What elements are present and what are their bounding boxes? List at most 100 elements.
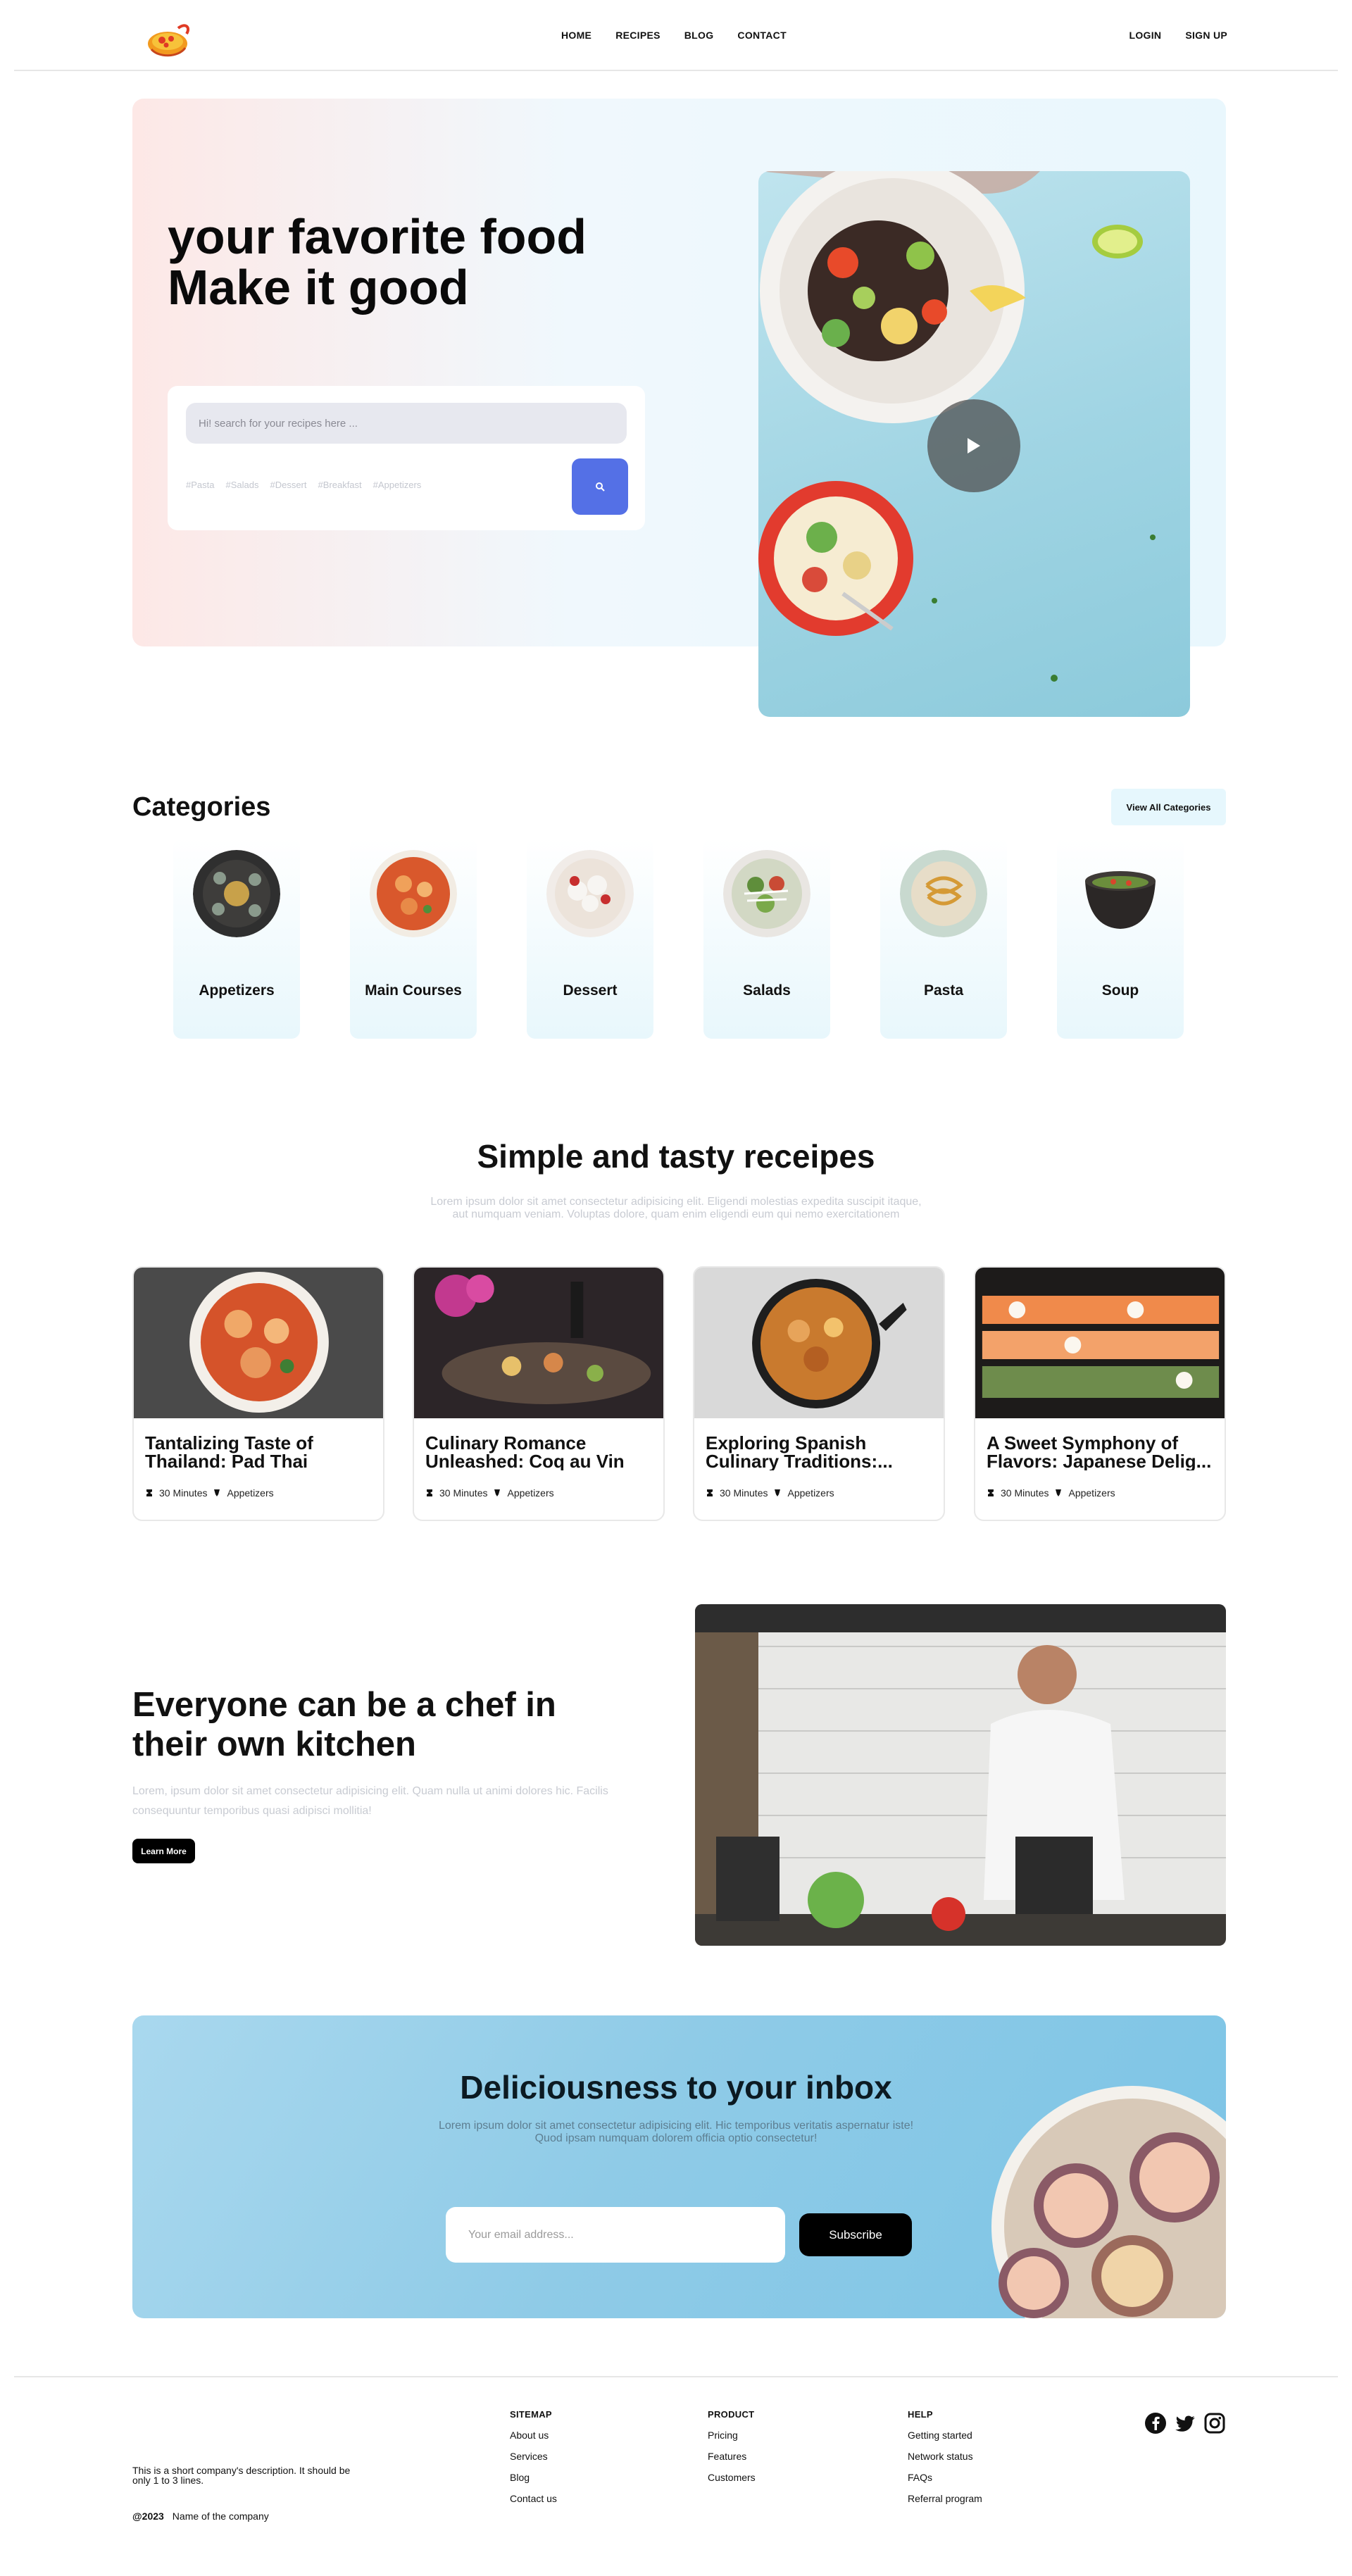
- twitter-icon[interactable]: [1174, 2412, 1196, 2434]
- signup-link[interactable]: SIGN UP: [1185, 30, 1227, 41]
- dish-icon: [214, 1489, 220, 1496]
- footer-heading: HELP: [908, 2409, 933, 2420]
- footer-link-blog[interactable]: Blog: [510, 2472, 557, 2483]
- footer-link-features[interactable]: Features: [708, 2451, 756, 2462]
- tag-pasta[interactable]: #Pasta: [186, 480, 214, 490]
- search-input[interactable]: [186, 403, 627, 444]
- newsletter-subtitle: Lorem ipsum dolor sit amet consectetur a…: [438, 2120, 914, 2144]
- recipe-category: Appetizers: [227, 1487, 274, 1499]
- logo-icon[interactable]: [144, 15, 194, 61]
- footer-link-getting-started[interactable]: Getting started: [908, 2430, 982, 2441]
- search-icon: [596, 482, 605, 492]
- main-courses-image: [370, 850, 457, 937]
- tag-appetizers[interactable]: #Appetizers: [373, 480, 422, 490]
- chef-section-title: Everyone can be a chef in their own kitc…: [132, 1686, 556, 1763]
- view-all-categories-button[interactable]: View All Categories: [1111, 789, 1226, 825]
- recipe-title[interactable]: A Sweet Symphony of Flavors: Japanese De…: [987, 1434, 1216, 1470]
- social-links: [1144, 2412, 1226, 2434]
- recipes-title: Simple and tasty receipes: [477, 1138, 875, 1175]
- nav-recipes[interactable]: RECIPES: [615, 30, 661, 41]
- facebook-icon[interactable]: [1144, 2412, 1167, 2434]
- tag-salads[interactable]: #Salads: [225, 480, 258, 490]
- footer-link-pricing[interactable]: Pricing: [708, 2430, 756, 2441]
- footer-link-services[interactable]: Services: [510, 2451, 557, 2462]
- category-label: Soup: [1101, 982, 1139, 999]
- category-card-appetizers[interactable]: Appetizers: [173, 838, 300, 1039]
- dessert-image: [546, 850, 634, 937]
- category-label: Appetizers: [199, 982, 275, 999]
- recipe-meta: 30 Minutes Appetizers: [145, 1487, 274, 1499]
- recipe-card-coq-au-vin[interactable]: Culinary Romance Unleashed: Coq au Vin 3…: [413, 1266, 665, 1521]
- newsletter-banner: [132, 2015, 1226, 2318]
- paella-image: [694, 1268, 944, 1418]
- clock-icon: [146, 1489, 152, 1496]
- recipe-meta: 30 Minutes Appetizers: [706, 1487, 834, 1499]
- footer-help: HELP Getting started Network status FAQs…: [908, 2409, 982, 2514]
- category-label: Dessert: [563, 982, 618, 999]
- learn-more-button[interactable]: Learn More: [132, 1839, 195, 1863]
- recipe-meta: 30 Minutes Appetizers: [987, 1487, 1115, 1499]
- recipe-title[interactable]: Tantalizing Taste of Thailand: Pad Thai: [145, 1434, 375, 1470]
- play-icon: [968, 438, 980, 454]
- nav-home[interactable]: HOME: [561, 30, 592, 41]
- subscribe-button[interactable]: Subscribe: [799, 2213, 912, 2256]
- footer-heading: SITEMAP: [510, 2409, 552, 2420]
- footer-link-faqs[interactable]: FAQs: [908, 2472, 982, 2483]
- hero-title: your favorite food Make it good: [168, 211, 587, 313]
- footer-sitemap: SITEMAP About us Services Blog Contact u…: [510, 2409, 557, 2514]
- recipe-time: 30 Minutes: [720, 1487, 768, 1499]
- recipe-title[interactable]: Culinary Romance Unleashed: Coq au Vin: [425, 1434, 655, 1470]
- recipe-time: 30 Minutes: [1001, 1487, 1049, 1499]
- footer-link-network-status[interactable]: Network status: [908, 2451, 982, 2462]
- recipe-card-japanese[interactable]: A Sweet Symphony of Flavors: Japanese De…: [974, 1266, 1226, 1521]
- footer-link-referral[interactable]: Referral program: [908, 2493, 982, 2504]
- salads-image: [723, 850, 810, 937]
- recipe-title[interactable]: Exploring Spanish Culinary Traditions:..…: [706, 1434, 935, 1470]
- top-navbar: HOME RECIPES BLOG CONTACT LOGIN SIGN UP: [0, 0, 1352, 71]
- footer-heading: PRODUCT: [708, 2409, 755, 2420]
- play-video-button[interactable]: [927, 399, 1020, 492]
- instagram-icon[interactable]: [1203, 2412, 1226, 2434]
- recipe-meta: 30 Minutes Appetizers: [425, 1487, 554, 1499]
- category-card-dessert[interactable]: Dessert: [527, 838, 653, 1039]
- figs-bowl-illustration: [991, 2086, 1226, 2318]
- footer-link-contact[interactable]: Contact us: [510, 2493, 557, 2504]
- nav-blog[interactable]: BLOG: [684, 30, 714, 41]
- dish-icon: [1056, 1489, 1062, 1496]
- tag-breakfast[interactable]: #Breakfast: [318, 480, 362, 490]
- footer-link-customers[interactable]: Customers: [708, 2472, 756, 2483]
- clock-icon: [988, 1489, 994, 1496]
- footer-product: PRODUCT Pricing Features Customers: [708, 2409, 756, 2493]
- email-field[interactable]: [446, 2207, 785, 2263]
- recipe-time: 30 Minutes: [159, 1487, 208, 1499]
- footer-divider: [14, 2376, 1338, 2377]
- chef-kitchen-illustration: [695, 1604, 1226, 1946]
- sushi-image: [975, 1268, 1225, 1418]
- pasta-image: [900, 850, 987, 937]
- recipe-card-spanish[interactable]: Exploring Spanish Culinary Traditions:..…: [693, 1266, 945, 1521]
- soup-image: [1085, 871, 1156, 929]
- search-tags: #Pasta #Salads #Dessert #Breakfast #Appe…: [186, 480, 421, 490]
- dish-icon: [494, 1489, 501, 1496]
- category-card-main-courses[interactable]: Main Courses: [350, 838, 477, 1039]
- hero-title-line1: your favorite food: [168, 209, 587, 264]
- category-label: Main Courses: [365, 982, 462, 999]
- coq-au-vin-image: [414, 1268, 663, 1418]
- footer-link-about[interactable]: About us: [510, 2430, 557, 2441]
- clock-icon: [707, 1489, 713, 1496]
- category-card-soup[interactable]: Soup: [1057, 838, 1184, 1039]
- newsletter-title: Deliciousness to your inbox: [460, 2069, 892, 2106]
- login-link[interactable]: LOGIN: [1129, 30, 1161, 41]
- tag-dessert[interactable]: #Dessert: [270, 480, 306, 490]
- recipes-subtitle: Lorem ipsum dolor sit amet consectetur a…: [430, 1196, 922, 1220]
- search-button[interactable]: [572, 458, 628, 515]
- category-card-salads[interactable]: Salads: [703, 838, 830, 1039]
- recipe-card-pad-thai[interactable]: Tantalizing Taste of Thailand: Pad Thai …: [132, 1266, 384, 1521]
- copyright-year: @2023: [132, 2511, 164, 2522]
- chef-image: [695, 1604, 1226, 1946]
- chef-section-text: Lorem, ipsum dolor sit amet consectetur …: [132, 1785, 608, 1817]
- category-card-pasta[interactable]: Pasta: [880, 838, 1007, 1039]
- nav-contact[interactable]: CONTACT: [737, 30, 787, 41]
- recipe-category: Appetizers: [1068, 1487, 1115, 1499]
- recipe-category: Appetizers: [507, 1487, 554, 1499]
